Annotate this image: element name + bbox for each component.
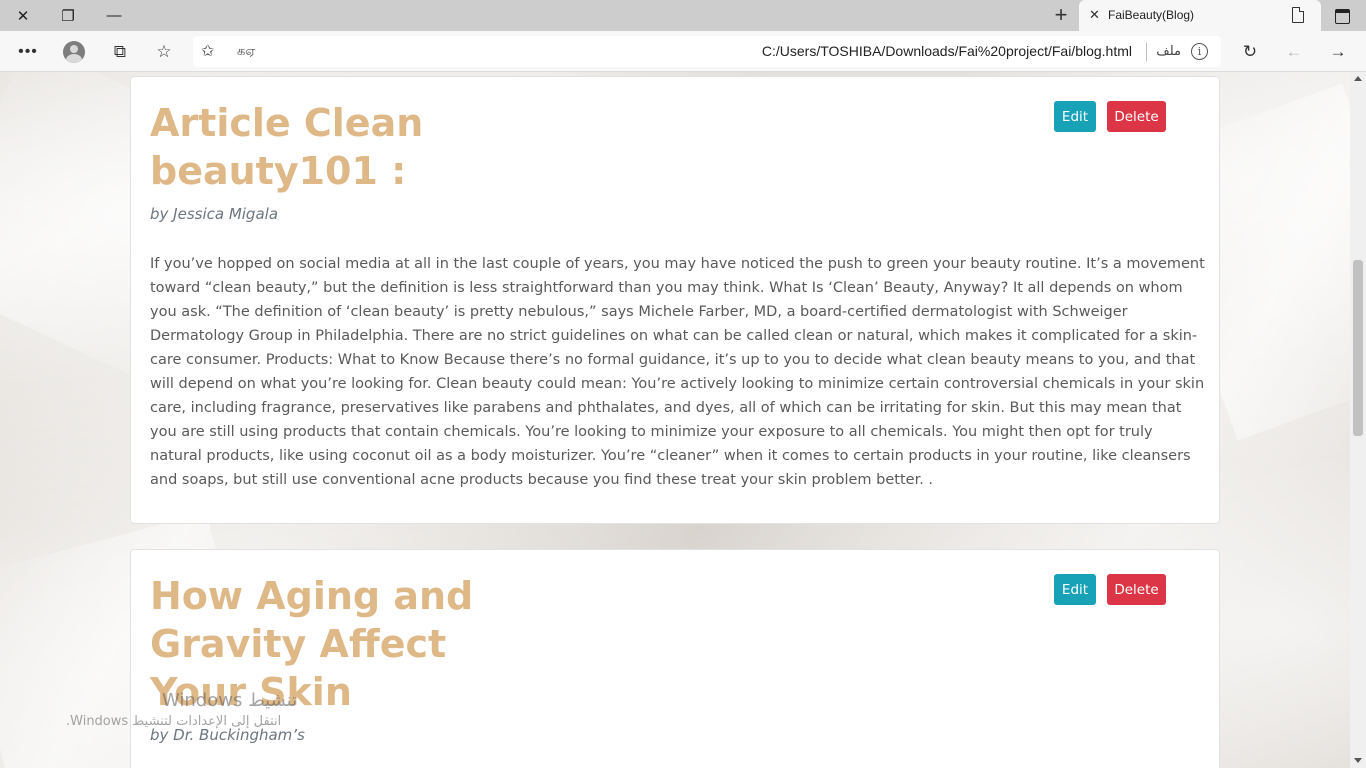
tab-blog[interactable]: ✕ FaiBeauty(Blog) — [1079, 0, 1321, 31]
scroll-down-icon[interactable] — [1354, 758, 1362, 763]
page-icon — [1292, 7, 1304, 23]
scroll-thumb[interactable] — [1353, 260, 1363, 436]
post-title: Article Clean beauty101 : — [150, 101, 424, 193]
address-bar[interactable]: ✩ கஏ C:/Users/TOSHIBA/Downloads/Fai%20pr… — [193, 36, 1221, 67]
edit-button[interactable]: Edit — [1054, 574, 1096, 605]
forward-icon[interactable]: ← — [1280, 39, 1308, 65]
site-info-icon[interactable]: i — [1191, 43, 1208, 60]
favorites-icon[interactable]: ☆ — [150, 39, 178, 65]
back-icon[interactable]: → — [1324, 39, 1352, 65]
collections-icon[interactable]: ⧉ — [106, 39, 134, 65]
file-label: ملف — [1156, 43, 1181, 58]
read-aloud-icon[interactable]: கஏ — [237, 43, 255, 60]
new-tab-icon[interactable]: + — [1048, 2, 1074, 28]
delete-button[interactable]: Delete — [1107, 574, 1166, 605]
tab-actions-icon[interactable] — [1327, 5, 1357, 27]
activation-watermark-text: انتقل إلى الإعدادات لتنشيط Windows. — [66, 714, 282, 729]
tab-title: FaiBeauty(Blog) — [1108, 8, 1195, 22]
refresh-icon[interactable]: ↻ — [1236, 39, 1264, 65]
profile-icon[interactable] — [60, 39, 88, 65]
minimize-window-icon[interactable]: — — [91, 0, 137, 31]
url-text[interactable]: C:/Users/TOSHIBA/Downloads/Fai%20project… — [762, 43, 1132, 59]
vertical-scrollbar[interactable] — [1350, 72, 1366, 768]
edit-button[interactable]: Edit — [1054, 101, 1096, 132]
restore-window-icon[interactable]: ❐ — [45, 0, 91, 31]
more-menu-icon[interactable]: ••• — [14, 39, 42, 65]
tab-strip: ✕ ❐ — + ✕ FaiBeauty(Blog) — [0, 0, 1366, 31]
add-favorite-icon[interactable]: ✩ — [201, 41, 214, 61]
post-author: by Jessica Migala — [150, 205, 279, 223]
browser-toolbar: ••• ⧉ ☆ ✩ கஏ C:/Users/TOSHIBA/Downloads/… — [0, 31, 1366, 72]
address-separator — [1146, 43, 1147, 61]
blog-post-card: How Aging and Gravity Affect Your Skin E… — [130, 549, 1220, 768]
close-window-icon[interactable]: ✕ — [0, 0, 46, 31]
scroll-up-icon[interactable] — [1354, 76, 1362, 81]
page-viewport: Article Clean beauty101 : Edit Delete by… — [0, 72, 1350, 768]
tab-close-icon[interactable]: ✕ — [1089, 7, 1100, 23]
activation-watermark-title: تنشيط Windows — [162, 690, 298, 711]
post-body: If you’ve hopped on social media at all … — [150, 256, 1205, 488]
blog-post-card: Article Clean beauty101 : Edit Delete by… — [130, 76, 1220, 524]
delete-button[interactable]: Delete — [1107, 101, 1166, 132]
